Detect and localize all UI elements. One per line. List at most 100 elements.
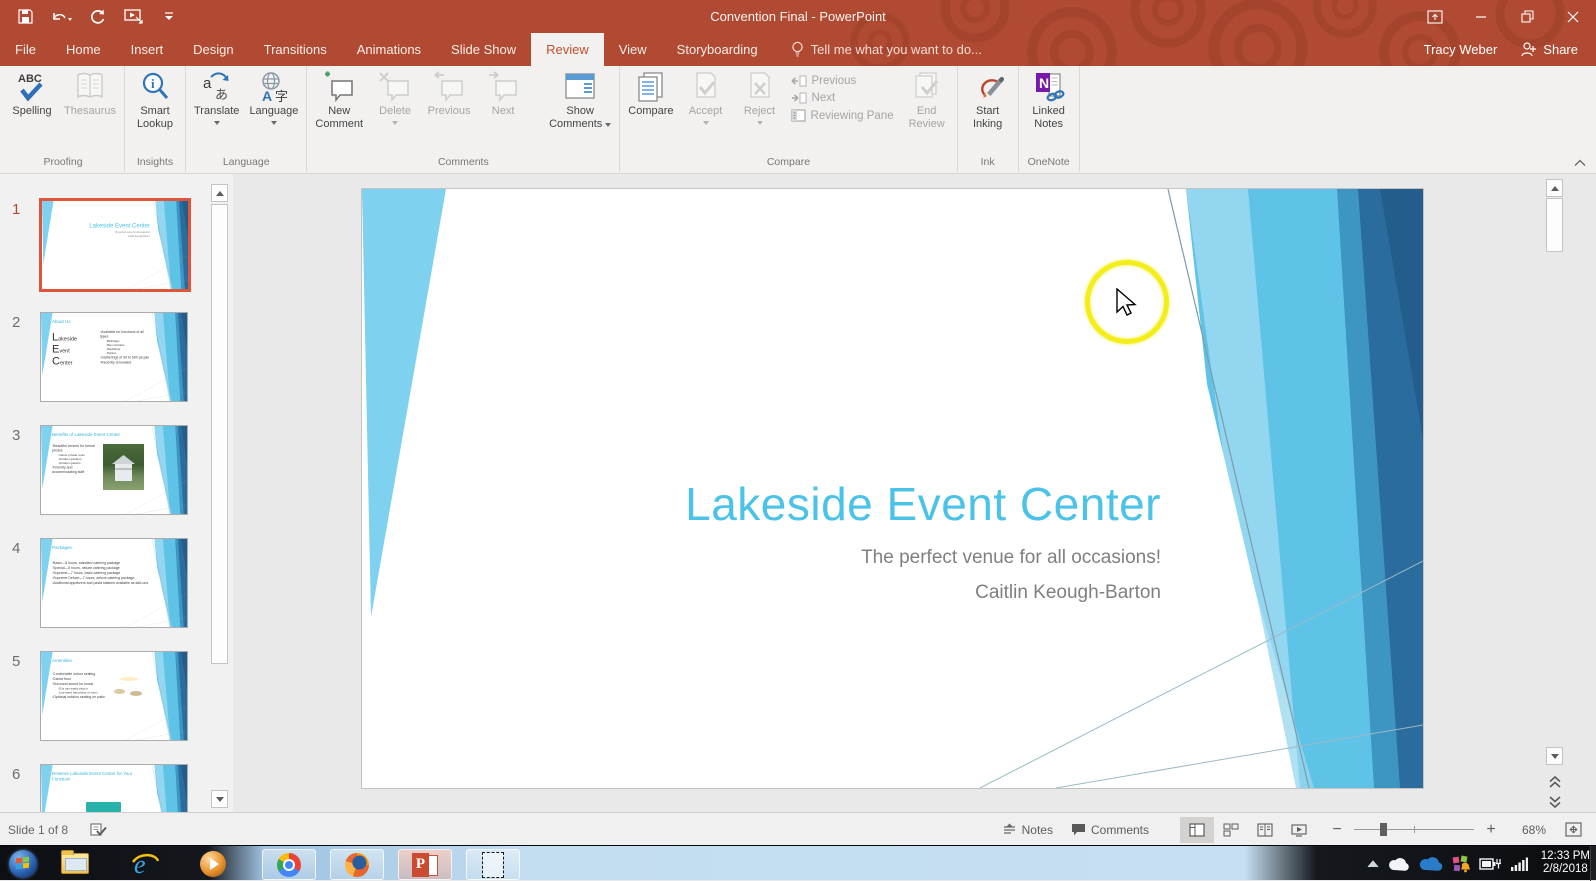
start-button[interactable] bbox=[4, 848, 42, 879]
tab-slide-show[interactable]: Slide Show bbox=[436, 33, 531, 66]
slide-author-text[interactable]: Caitlin Keough-Barton bbox=[975, 582, 1161, 604]
notes-button[interactable]: Notes bbox=[993, 817, 1062, 843]
zoom-percentage[interactable]: 68% bbox=[1504, 823, 1546, 837]
zoom-slider-thumb[interactable] bbox=[1380, 823, 1387, 836]
next-slide-button[interactable] bbox=[1548, 795, 1562, 809]
close-icon[interactable] bbox=[1550, 0, 1596, 33]
tab-review[interactable]: Review bbox=[531, 33, 604, 66]
tab-design[interactable]: Design bbox=[178, 33, 248, 66]
tab-view[interactable]: View bbox=[604, 33, 662, 66]
minimize-icon[interactable] bbox=[1458, 0, 1504, 33]
cloud-status-icon[interactable] bbox=[1388, 857, 1410, 871]
slide-thumbnail-1[interactable]: Lakeside Event Center The perfect venue … bbox=[39, 198, 191, 292]
start-inking-button[interactable]: Start Inking bbox=[961, 67, 1015, 155]
thumb1-title: Lakeside Event Center bbox=[89, 222, 150, 229]
reviewing-pane-button[interactable]: Reviewing Pane bbox=[790, 109, 894, 122]
compare-button[interactable]: Compare bbox=[623, 67, 678, 155]
save-icon[interactable] bbox=[14, 6, 36, 28]
delete-comment-icon bbox=[378, 71, 412, 105]
delete-comment-button[interactable]: Delete bbox=[368, 67, 422, 155]
new-comment-button[interactable]: New Comment bbox=[310, 67, 368, 155]
slide-thumbnail-4[interactable]: Packages Basic—5 hours, standard caterin… bbox=[40, 538, 188, 628]
zoom-in-icon[interactable]: + bbox=[1484, 821, 1498, 839]
next-comment-button[interactable]: Next bbox=[476, 67, 530, 155]
tab-home[interactable]: Home bbox=[51, 33, 116, 66]
thumbnail-scrollbar[interactable] bbox=[209, 174, 230, 812]
previous-comment-button[interactable]: Previous bbox=[422, 67, 476, 155]
end-review-button[interactable]: End Review bbox=[900, 67, 954, 155]
tab-animations[interactable]: Animations bbox=[342, 33, 436, 66]
tab-transitions[interactable]: Transitions bbox=[249, 33, 342, 66]
ribbon-display-options-icon[interactable] bbox=[1412, 0, 1458, 33]
undo-icon[interactable] bbox=[50, 6, 72, 28]
show-hidden-icons[interactable] bbox=[1367, 859, 1379, 868]
firefox-taskbar-button[interactable] bbox=[330, 849, 384, 880]
current-slide[interactable]: Lakeside Event Center The perfect venue … bbox=[361, 188, 1424, 789]
zoom-out-icon[interactable]: − bbox=[1330, 821, 1344, 839]
spellcheck-status-icon[interactable] bbox=[90, 822, 107, 837]
thesaurus-button[interactable]: Thesaurus bbox=[59, 67, 121, 155]
linked-notes-button[interactable]: N Linked Notes bbox=[1022, 67, 1076, 155]
slide-title-text[interactable]: Lakeside Event Center bbox=[685, 477, 1161, 531]
file-explorer-icon[interactable] bbox=[56, 848, 94, 879]
taskbar-clock[interactable]: 12:33 PM 2/8/2018 bbox=[1541, 850, 1590, 878]
show-desktop-button[interactable] bbox=[1590, 846, 1596, 881]
thumbnail-number: 2 bbox=[12, 314, 21, 331]
customize-qat-icon[interactable] bbox=[158, 6, 180, 28]
thumbnail-number: 3 bbox=[12, 427, 21, 444]
restore-icon[interactable] bbox=[1504, 0, 1550, 33]
group-label-comments: Comments bbox=[437, 156, 489, 168]
thumbnail-scroll-up-icon[interactable] bbox=[211, 184, 228, 202]
thumbnail-scrollbar-thumb[interactable] bbox=[211, 204, 228, 664]
share-button[interactable]: Share bbox=[1521, 42, 1578, 57]
canvas-scrollbar-thumb[interactable] bbox=[1546, 198, 1563, 252]
battery-icon[interactable] bbox=[1479, 857, 1501, 871]
media-player-icon[interactable] bbox=[194, 848, 232, 879]
tab-insert[interactable]: Insert bbox=[116, 33, 179, 66]
smart-lookup-button[interactable]: i Smart Lookup bbox=[128, 67, 182, 155]
slide-thumbnail-5[interactable]: Amenities Comfortable indoor seating Dan… bbox=[40, 651, 188, 741]
start-slideshow-icon[interactable] bbox=[122, 6, 144, 28]
tab-file[interactable]: File bbox=[0, 33, 51, 66]
slide-thumbnail-3[interactable]: Benefits of Lakeside Event Center Beauti… bbox=[40, 425, 188, 515]
canvas-scroll-down-icon[interactable] bbox=[1546, 747, 1563, 765]
comments-button[interactable]: Comments bbox=[1062, 817, 1158, 843]
slide-subtitle-text[interactable]: The perfect venue for all occasions! bbox=[861, 547, 1161, 569]
redo-icon[interactable] bbox=[86, 6, 108, 28]
internet-explorer-icon[interactable]: e bbox=[126, 848, 164, 879]
next-change-button[interactable]: Next bbox=[791, 92, 894, 104]
powerpoint-taskbar-button[interactable]: P bbox=[398, 849, 452, 880]
fit-slide-to-window-button[interactable] bbox=[1556, 817, 1590, 843]
signed-in-user[interactable]: Tracy Weber bbox=[1424, 42, 1498, 57]
group-ink: Start Inking Ink bbox=[958, 66, 1019, 172]
canvas-scroll-up-icon[interactable] bbox=[1546, 179, 1563, 197]
chrome-taskbar-button[interactable] bbox=[262, 849, 316, 880]
snipping-tool-taskbar-button[interactable] bbox=[466, 849, 520, 880]
collapse-ribbon-icon[interactable] bbox=[1574, 159, 1586, 167]
spelling-button[interactable]: ABC Spelling bbox=[5, 67, 59, 155]
slideshow-view-button[interactable] bbox=[1282, 817, 1316, 843]
accept-button[interactable]: Accept bbox=[679, 67, 733, 155]
network-signal-icon[interactable] bbox=[1510, 857, 1528, 871]
zoom-slider[interactable] bbox=[1354, 823, 1474, 836]
thumb4-heading: Packages bbox=[52, 545, 72, 550]
tab-storyboarding[interactable]: Storyboarding bbox=[662, 33, 773, 66]
reading-view-button[interactable] bbox=[1248, 817, 1282, 843]
onedrive-icon[interactable] bbox=[1419, 856, 1443, 871]
notification-app-icon[interactable] bbox=[1452, 855, 1470, 873]
slide-thumbnail-6[interactable]: Reserve Lakeside Event Center for Your F… bbox=[40, 764, 188, 812]
svg-text:N: N bbox=[1039, 75, 1049, 91]
previous-slide-button[interactable] bbox=[1548, 775, 1562, 789]
reject-button[interactable]: Reject bbox=[733, 67, 787, 155]
translate-button[interactable]: aあ Translate bbox=[189, 67, 244, 155]
canvas-scrollbar[interactable] bbox=[1546, 179, 1565, 812]
slide-thumbnail-2[interactable]: About Us Lakeside Event Center Available… bbox=[40, 312, 188, 402]
thumbnail-scroll-down-icon[interactable] bbox=[211, 790, 228, 808]
tell-me-box[interactable]: Tell me what you want to do... bbox=[791, 33, 982, 66]
previous-change-button[interactable]: Previous bbox=[791, 75, 894, 87]
language-button[interactable]: A字 Language bbox=[244, 67, 303, 155]
slide-sorter-view-button[interactable] bbox=[1214, 817, 1248, 843]
mouse-cursor bbox=[1116, 288, 1137, 316]
normal-view-button[interactable] bbox=[1180, 816, 1214, 843]
show-comments-button[interactable]: Show Comments bbox=[544, 67, 616, 155]
